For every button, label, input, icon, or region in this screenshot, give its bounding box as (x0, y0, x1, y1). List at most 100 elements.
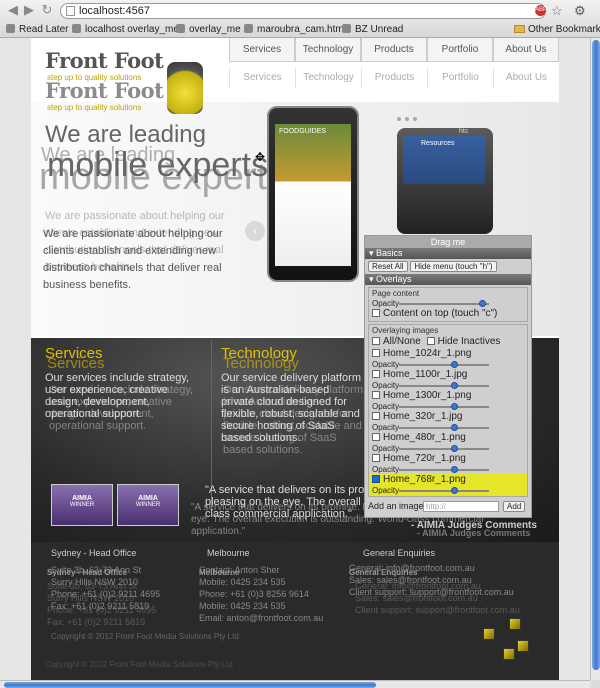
footprint-logo-icon (167, 62, 203, 114)
overlay-image-toggle[interactable]: Home_320r_1.jpg (369, 411, 527, 423)
overlay-image-toggle[interactable]: Home_1100r_1.jpg (369, 369, 527, 381)
nav-products[interactable]: Products (361, 38, 427, 62)
overlay-image-opacity-slider[interactable]: Opacity (369, 486, 527, 495)
overlay-image-opacity-slider[interactable]: Opacity (369, 444, 527, 453)
page-content-label: Page content (372, 289, 420, 298)
adblock-icon[interactable]: ABP (535, 5, 547, 16)
overlay-image-item: Home_320r_1.jpg Opacity (369, 411, 527, 432)
scroll-thumb[interactable] (4, 682, 376, 688)
forward-icon[interactable]: ▶ (22, 3, 36, 17)
bookmark-icon (342, 24, 351, 33)
horizontal-scrollbar[interactable] (0, 680, 590, 688)
overlay-image-toggle[interactable]: Home_720r_1.png (369, 453, 527, 465)
site-footer: Sydney - Head Office Sydney - Head Offic… (31, 542, 559, 680)
checkbox[interactable] (372, 475, 380, 483)
slider-knob[interactable] (451, 466, 458, 473)
checkbox[interactable] (372, 391, 380, 399)
slider-knob[interactable] (451, 487, 458, 494)
slider-knob[interactable] (451, 361, 458, 368)
nav-about-us[interactable]: About Us (493, 38, 559, 62)
checkbox[interactable] (372, 433, 380, 441)
checkbox[interactable] (372, 370, 380, 378)
bookmark-maroubra[interactable]: maroubra_cam.html (244, 23, 346, 36)
opacity-label: Opacity (372, 402, 400, 411)
opacity-label: Opacity (372, 465, 400, 474)
bookmark-localhost-overlay[interactable]: localhost overlay_me (72, 23, 179, 36)
testimonial-signature-overlay: - AIMIA Judges Comments (417, 528, 531, 538)
hide-inactives-checkbox[interactable] (426, 337, 435, 345)
hide-menu-button[interactable]: Hide menu (touch "h") (410, 261, 497, 272)
hero-headline-2: mobile experts (47, 146, 269, 184)
page-content-opacity-slider[interactable]: Opacity (369, 299, 527, 308)
checkbox[interactable] (372, 309, 380, 317)
aimia-award-badge: AIMIA WINNER (51, 484, 113, 526)
logo-brand-overlay: Front Foot (45, 78, 164, 103)
add-image-button[interactable]: Add (503, 501, 526, 512)
opacity-label: Opacity (372, 444, 400, 453)
overlay-image-opacity-slider[interactable]: Opacity (369, 360, 527, 369)
cube-decoration-icon (509, 618, 521, 630)
overlay-image-opacity-slider[interactable]: Opacity (369, 423, 527, 432)
add-image-url-input[interactable]: http:// (423, 501, 499, 512)
slider-track (399, 490, 489, 492)
address-bar[interactable]: localhost:4567 (60, 3, 546, 19)
content-on-top-toggle[interactable]: Content on top (touch "c") (369, 308, 527, 320)
services-body-overlay: Our services include strategy, user expe… (49, 384, 194, 432)
checkbox[interactable] (372, 349, 380, 357)
scroll-thumb[interactable] (592, 40, 600, 670)
logo-tagline-overlay: step up to quality solutions (47, 103, 142, 112)
browser-viewport: Services Technology Products Portfolio A… (0, 38, 590, 680)
overlay-image-toggle[interactable]: Home_1024r_1.png (369, 348, 527, 360)
bookmark-star-icon[interactable]: ☆ (551, 3, 563, 19)
basics-section-header[interactable]: ▾ Basics (365, 248, 531, 259)
overlay-image-opacity-slider[interactable]: Opacity (369, 465, 527, 474)
page-icon (66, 6, 75, 16)
vertical-scrollbar[interactable] (590, 38, 600, 680)
nav-services[interactable]: Services (229, 38, 295, 62)
slider-knob[interactable] (451, 445, 458, 452)
overlays-section-header[interactable]: ▾ Overlays (365, 274, 531, 285)
overlay-image-toggle[interactable]: Home_1300r_1.png (369, 390, 527, 402)
bookmark-read-later[interactable]: Read Later (6, 23, 68, 36)
opacity-label: Opacity (372, 423, 400, 432)
slider-knob[interactable] (451, 403, 458, 410)
slider-knob[interactable] (451, 382, 458, 389)
bookmark-icon (72, 24, 81, 33)
bookmark-bz-unread[interactable]: BZ Unread (342, 23, 403, 36)
checkbox[interactable] (372, 454, 380, 462)
overlay-image-item: Home_768r_1.png Opacity (369, 474, 527, 495)
checkbox[interactable] (372, 412, 380, 420)
drag-handle[interactable]: Drag me (365, 236, 531, 248)
htc-phone-image: Resources htc (397, 128, 493, 234)
overlay-image-opacity-slider[interactable]: Opacity (369, 402, 527, 411)
all-none-checkbox[interactable] (372, 337, 380, 345)
slider-knob[interactable] (479, 300, 486, 307)
overlay-image-list: Home_1024r_1.png Opacity Home_1100r_1.jpg O… (369, 348, 527, 495)
technology-heading-overlay: Technology (223, 355, 299, 372)
slider-dots[interactable] (397, 112, 421, 124)
bookmark-icon (244, 24, 253, 33)
nav-portfolio[interactable]: Portfolio (427, 38, 493, 62)
overlay-panel[interactable]: Drag me ▾ Basics Reset All Hide menu (to… (364, 235, 532, 518)
phone-screen-title: FOODGUIDES (279, 128, 327, 135)
reload-icon[interactable]: ↻ (40, 3, 54, 17)
bookmark-icon (6, 24, 15, 33)
add-image-row: Add an image http:// Add (365, 499, 531, 513)
aimia-award-badge: AIMIA WINNER (117, 484, 179, 526)
overlay-image-opacity-slider[interactable]: Opacity (369, 381, 527, 390)
browser-toolbar: ◀ ▶ ↻ localhost:4567 ABP ☆ ⚙ Read Later … (0, 0, 600, 38)
reset-all-button[interactable]: Reset All (368, 261, 408, 272)
overlay-image-toggle[interactable]: Home_480r_1.png (369, 432, 527, 444)
overlay-image-toggle[interactable]: Home_768r_1.png (369, 474, 527, 486)
overlay-image-item: Home_720r_1.png Opacity (369, 453, 527, 474)
back-icon[interactable]: ◀ (6, 3, 20, 17)
primary-nav: Services Technology Products Portfolio A… (229, 38, 559, 62)
nav-technology[interactable]: Technology (295, 38, 361, 62)
slider-knob[interactable] (451, 424, 458, 431)
overlay-nav-services: Services (229, 68, 295, 88)
frontfoot-logo[interactable]: Front Foot step up to quality solutions … (45, 48, 203, 114)
slider-prev-button[interactable]: ‹ (245, 221, 265, 241)
wrench-icon[interactable]: ⚙ (574, 3, 586, 19)
bookmark-overlay-me[interactable]: overlay_me (176, 23, 241, 36)
other-bookmarks[interactable]: Other Bookmarks (514, 23, 600, 36)
